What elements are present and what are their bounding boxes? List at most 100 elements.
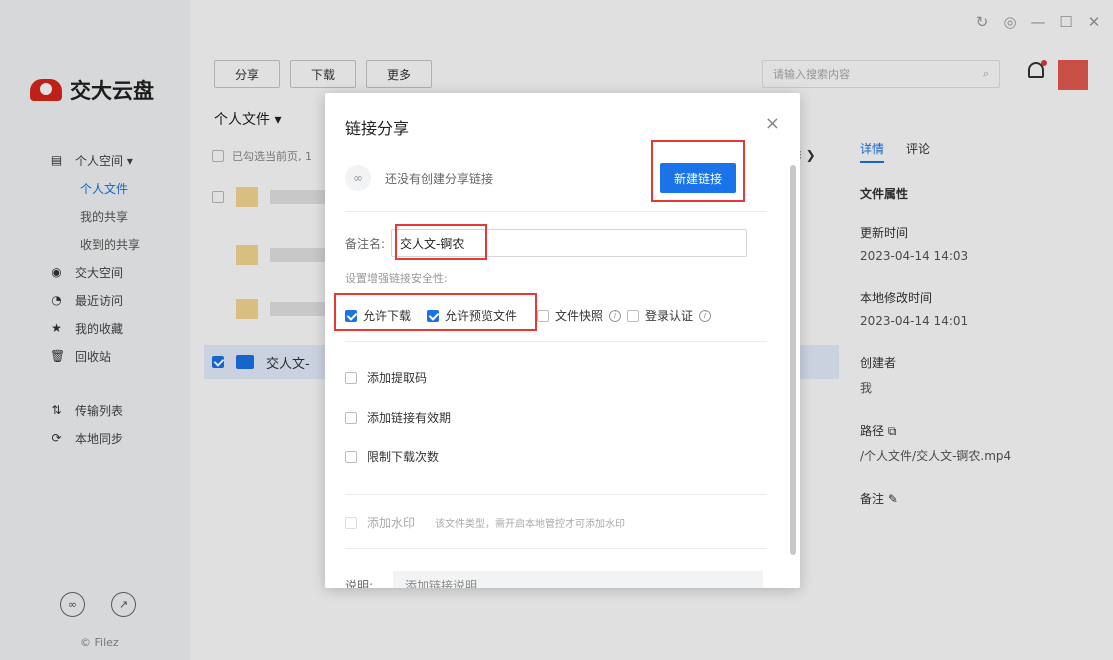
search-icon[interactable]: ⌕ xyxy=(983,67,989,81)
sync-icon: ⟳ xyxy=(51,430,62,445)
login-auth-checkbox[interactable] xyxy=(627,309,640,322)
avatar[interactable] xyxy=(1058,60,1088,90)
video-file-icon xyxy=(236,355,254,369)
snapshot-label: 文件快照 xyxy=(555,309,604,323)
limit-downloads-row[interactable]: 限制下载次数 xyxy=(345,448,439,465)
divider xyxy=(345,548,767,549)
creator-value: 我 xyxy=(860,381,873,395)
sidebar-item[interactable]: ▤ 个人空间 ▾ xyxy=(50,146,190,174)
info-icon[interactable]: i xyxy=(609,309,622,322)
remark-label: 备注名: xyxy=(345,236,386,251)
sidebar-item[interactable]: ⟳ 本地同步 xyxy=(50,424,190,452)
divider xyxy=(345,211,767,212)
divider xyxy=(345,341,767,342)
share-button[interactable]: 分享 xyxy=(214,60,281,88)
link-share-dialog: 链接分享 × ∞ 还没有创建分享链接 新建链接 备注名: 交人文-锕农 设置增强… xyxy=(325,93,800,588)
description-input[interactable]: 添加链接说明 xyxy=(393,571,764,588)
search-input[interactable]: 请输入搜索内容 ⌕ xyxy=(762,60,1000,88)
link-icon[interactable]: ∞ xyxy=(60,592,85,617)
file-icon xyxy=(236,245,258,265)
no-link-row: ∞ 还没有创建分享链接 xyxy=(345,165,493,191)
sidebar-item[interactable]: ◔ 最近访问 xyxy=(50,286,190,314)
security-label: 设置增强链接安全性: xyxy=(345,272,448,285)
trash-icon: 🗑 xyxy=(50,348,66,363)
window-controls: ↻ ◎ — ☐ ✕ xyxy=(971,12,1113,32)
row-checkbox[interactable] xyxy=(212,191,224,203)
app-logo: 交大云盘 xyxy=(30,75,154,105)
minimize-icon[interactable]: — xyxy=(1027,13,1049,31)
local-modified-label: 本地修改时间 xyxy=(860,291,933,305)
tab-comments[interactable]: 评论 xyxy=(906,140,930,163)
sidebar: 交大云盘 ▤ 个人空间 ▾ 个人文件我的共享收到的共享 ◉ 交大空间 ◔ 最近访问 ★ 我的收藏… xyxy=(0,0,190,660)
toolbar: 分享 下载 更多 xyxy=(214,60,433,88)
copy-icon[interactable]: ⧉ xyxy=(888,424,897,438)
sidebar-item-label: 回收站 xyxy=(75,349,112,364)
notification-dot xyxy=(1041,60,1047,66)
add-expiry-row[interactable]: 添加链接有效期 xyxy=(345,409,451,426)
description-row: 说明: 添加链接说明 xyxy=(345,571,764,588)
app-name: 交大云盘 xyxy=(70,79,154,103)
sidebar-item[interactable]: ⇅ 传输列表 xyxy=(50,396,190,424)
more-button[interactable]: 更多 xyxy=(366,60,433,88)
sidebar-bottom-icons: ∞ ↗ xyxy=(60,592,136,617)
add-code-row[interactable]: 添加提取码 xyxy=(345,369,427,386)
panel-arrow-icon[interactable]: ⁝ ❯ xyxy=(798,148,816,162)
select-all-checkbox[interactable] xyxy=(212,150,224,162)
sidebar-item[interactable]: ◉ 交大空间 xyxy=(50,258,190,286)
updated-value: 2023-04-14 14:03 xyxy=(860,249,969,263)
path-value: /个人文件/交人文-锕农.mp4 xyxy=(860,449,1012,463)
highlight-box xyxy=(334,293,537,331)
transfer-icon: ⇅ xyxy=(51,402,62,417)
download-button[interactable]: 下载 xyxy=(290,60,357,88)
file-icon xyxy=(236,299,258,319)
sidebar-item[interactable]: ★ 我的收藏 xyxy=(50,314,190,342)
no-link-text: 还没有创建分享链接 xyxy=(385,171,494,186)
dialog-scrollbar[interactable] xyxy=(790,165,796,555)
watermark-checkbox xyxy=(345,516,357,529)
row-checkbox-checked[interactable] xyxy=(212,356,224,368)
divider xyxy=(345,494,767,495)
copyright: © Filez xyxy=(80,636,119,649)
selection-text: 已勾选当前页, 1 xyxy=(232,150,312,163)
cloud-logo-icon xyxy=(30,79,62,101)
add-code-checkbox[interactable] xyxy=(345,371,357,384)
watermark-row: 添加水印 该文件类型，需开启本地管控才可添加水印 xyxy=(345,514,625,531)
sidebar-item-label: 交大空间 xyxy=(75,265,124,280)
sidebar-item-label: 传输列表 xyxy=(75,403,124,418)
table-header: 已勾选当前页, 1 xyxy=(212,148,312,164)
close-icon[interactable]: × xyxy=(765,113,780,134)
add-expiry-checkbox[interactable] xyxy=(345,411,357,424)
info-icon[interactable]: i xyxy=(699,309,712,322)
refresh-icon[interactable]: ↻ xyxy=(971,13,993,31)
clock-icon: ◔ xyxy=(51,292,62,307)
sidebar-item-label: 收到的共享 xyxy=(80,237,141,252)
sidebar-item-label: 我的收藏 xyxy=(75,321,124,336)
add-expiry-label: 添加链接有效期 xyxy=(367,411,452,425)
maximize-icon[interactable]: ☐ xyxy=(1055,13,1077,31)
note-label: 备注 ✎ xyxy=(860,492,898,506)
sidebar-item[interactable]: 我的共享 xyxy=(50,202,190,230)
watermark-hint: 该文件类型，需开启本地管控才可添加水印 xyxy=(435,519,626,530)
settings-icon[interactable]: ◎ xyxy=(999,13,1021,31)
sidebar-nav: ▤ 个人空间 ▾ 个人文件我的共享收到的共享 ◉ 交大空间 ◔ 最近访问 ★ 我的收藏 🗑 回收站 ⇅… xyxy=(50,146,190,452)
sidebar-item[interactable]: 收到的共享 xyxy=(50,230,190,258)
updated-label: 更新时间 xyxy=(860,226,909,240)
sidebar-item[interactable]: 个人文件 xyxy=(50,174,190,202)
limit-downloads-checkbox[interactable] xyxy=(345,450,357,463)
sidebar-item[interactable]: 🗑 回收站 xyxy=(50,342,190,370)
sidebar-item-label: 个人文件 xyxy=(80,181,129,196)
highlight-box xyxy=(395,224,487,260)
share-out-icon[interactable]: ↗ xyxy=(111,592,136,617)
dialog-title: 链接分享 xyxy=(345,119,410,138)
login-auth-label: 登录认证 xyxy=(645,309,694,323)
sidebar-item-label: 最近访问 xyxy=(75,293,124,308)
bell-icon[interactable] xyxy=(1028,60,1047,78)
close-icon[interactable]: ✕ xyxy=(1083,13,1105,31)
edit-icon[interactable]: ✎ xyxy=(888,492,898,506)
sidebar-item-label: 本地同步 xyxy=(75,431,124,446)
watermark-label: 添加水印 xyxy=(367,516,416,530)
breadcrumb[interactable]: 个人文件 ▾ xyxy=(214,109,281,129)
snapshot-checkbox[interactable] xyxy=(537,309,550,322)
search-placeholder: 请输入搜索内容 xyxy=(773,68,850,81)
tab-details[interactable]: 详情 xyxy=(860,140,885,163)
